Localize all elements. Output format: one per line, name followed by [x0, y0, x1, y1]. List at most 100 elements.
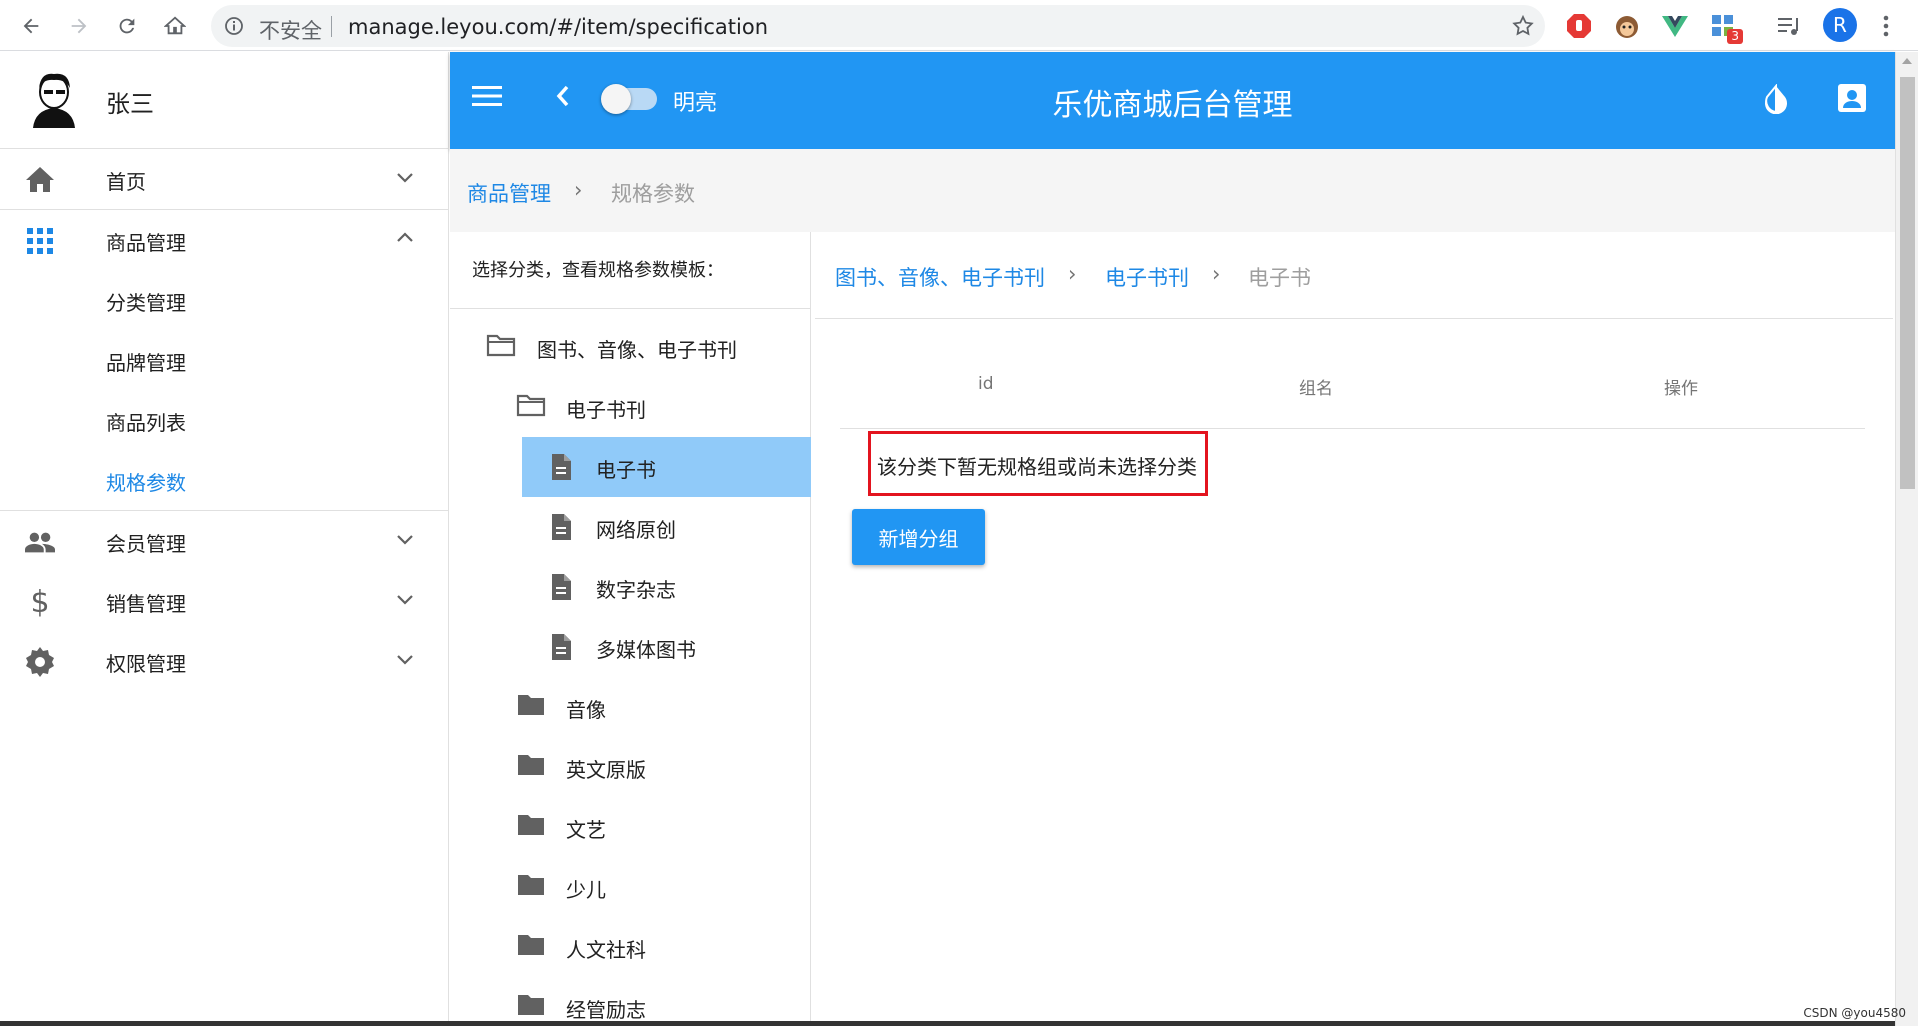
- tree-node-label: 多媒体图书: [596, 638, 696, 662]
- nav-group-label: 首页: [106, 170, 146, 194]
- people-icon: [25, 527, 55, 557]
- gear-icon: [25, 647, 55, 677]
- folder-open-icon: [486, 333, 516, 361]
- tree-node-label: 网络原创: [596, 518, 676, 542]
- tree-node[interactable]: 文艺: [450, 797, 811, 857]
- chevron-down-icon: [395, 529, 415, 553]
- breadcrumb-current: 规格参数: [611, 182, 695, 206]
- sidebar-item-label: 商品列表: [106, 411, 186, 435]
- app-bar: 明亮 乐优商城后台管理: [450, 52, 1895, 149]
- category-path-link[interactable]: 图书、音像、电子书刊: [835, 262, 1045, 292]
- tree-node[interactable]: 多媒体图书: [450, 617, 811, 677]
- profile-avatar[interactable]: R: [1823, 8, 1857, 42]
- sidebar-item-specification[interactable]: 规格参数: [0, 450, 448, 510]
- category-path-separator: ›: [1068, 262, 1077, 286]
- chevron-down-icon: [395, 167, 415, 191]
- nav-group-sales[interactable]: $ 销售管理: [0, 571, 448, 631]
- scroll-up-arrow-icon[interactable]: [1902, 58, 1912, 64]
- dollar-icon: $: [30, 584, 50, 620]
- nav-group-label: 权限管理: [106, 652, 186, 676]
- user-header: 张三: [0, 52, 448, 149]
- tree-node[interactable]: 数字杂志: [450, 557, 811, 617]
- breadcrumb-separator: ›: [574, 178, 583, 202]
- nav-group-label: 销售管理: [106, 592, 186, 616]
- arrow-right-icon: [71, 18, 87, 34]
- extension-icon[interactable]: 3: [1707, 10, 1743, 44]
- page-scrollbar[interactable]: [1895, 52, 1918, 1026]
- column-header-id[interactable]: id: [978, 374, 994, 394]
- apps-icon: [25, 226, 55, 256]
- tree-hint: 选择分类，查看规格参数模板：: [472, 260, 724, 281]
- window-bottom-edge: [0, 1021, 1895, 1026]
- sidebar-item-label: 分类管理: [106, 291, 186, 315]
- tree-node-label: 电子书: [596, 458, 656, 482]
- browser-toolbar: 不安全 manage.leyou.com/#/item/specificatio…: [0, 0, 1918, 51]
- bookmark-star-icon[interactable]: [1511, 14, 1535, 42]
- browser-back-button[interactable]: [13, 8, 49, 44]
- file-icon: [550, 513, 572, 545]
- file-icon: [550, 633, 572, 665]
- tree-node[interactable]: 经管励志: [450, 977, 811, 1026]
- address-divider: [331, 16, 332, 37]
- spec-divider: [815, 318, 1893, 319]
- security-label: 不安全: [259, 19, 322, 43]
- add-group-button[interactable]: 新增分组: [852, 509, 985, 565]
- nav-group-permissions[interactable]: 权限管理: [0, 631, 448, 691]
- tree-node[interactable]: 电子书刊: [450, 377, 811, 437]
- nav-group-members[interactable]: 会员管理: [0, 511, 448, 571]
- adblock-extension-icon[interactable]: [1563, 10, 1595, 42]
- browser-reload-button[interactable]: [109, 8, 145, 44]
- tree-node[interactable]: 少儿: [450, 857, 811, 917]
- category-tree-panel: 选择分类，查看规格参数模板： 图书、音像、电子书刊电子书刊电子书网络原创数字杂志…: [450, 232, 811, 1026]
- tree-node-label: 数字杂志: [596, 578, 676, 602]
- tree-node[interactable]: 电子书: [522, 437, 811, 497]
- tree-node[interactable]: 人文社科: [450, 917, 811, 977]
- table-header-divider: [840, 428, 1865, 429]
- info-icon[interactable]: [224, 16, 244, 40]
- breadcrumb-parent-link[interactable]: 商品管理: [467, 178, 551, 208]
- url-text[interactable]: manage.leyou.com/#/item/specification: [348, 15, 768, 39]
- browser-menu-icon[interactable]: [1870, 10, 1902, 42]
- breadcrumb: 商品管理 › 规格参数: [450, 149, 1895, 232]
- tree-node[interactable]: 网络原创: [450, 497, 811, 557]
- sidebar-item-goods-list[interactable]: 商品列表: [0, 390, 448, 450]
- scrollbar-thumb[interactable]: [1900, 77, 1915, 489]
- browser-forward-button[interactable]: [61, 8, 97, 44]
- folder-icon: [516, 693, 546, 721]
- category-path-current: 电子书: [1248, 266, 1311, 290]
- invert-colors-icon[interactable]: [1762, 83, 1790, 118]
- home-outline-icon: [164, 16, 186, 35]
- folder-icon: [516, 813, 546, 841]
- arrow-left-icon: [23, 18, 39, 34]
- folder-icon: [516, 873, 546, 901]
- category-path-link[interactable]: 电子书刊: [1105, 262, 1189, 292]
- column-header-group-name[interactable]: 组名: [1299, 374, 1333, 399]
- sidebar-item-category[interactable]: 分类管理: [0, 270, 448, 330]
- tampermonkey-extension-icon[interactable]: [1611, 10, 1643, 42]
- extension-badge: 3: [1727, 29, 1743, 44]
- tree-divider: [450, 308, 811, 309]
- folder-icon: [516, 753, 546, 781]
- tree-node[interactable]: 音像: [450, 677, 811, 737]
- account-box-icon[interactable]: [1838, 84, 1866, 116]
- tree-node-label: 电子书刊: [566, 398, 646, 422]
- folder-icon: [516, 933, 546, 961]
- home-icon: [25, 165, 55, 195]
- vue-devtools-icon[interactable]: [1659, 10, 1691, 42]
- chevron-down-icon: [395, 649, 415, 673]
- chevron-down-icon: [395, 589, 415, 613]
- user-avatar[interactable]: [27, 70, 81, 128]
- nav-group-home[interactable]: 首页: [0, 149, 448, 209]
- tree-node-label: 图书、音像、电子书刊: [537, 338, 737, 362]
- chevron-up-icon: [395, 228, 415, 252]
- tree-node[interactable]: 图书、音像、电子书刊: [450, 317, 811, 377]
- media-control-icon[interactable]: [1774, 10, 1806, 42]
- address-bar[interactable]: 不安全 manage.leyou.com/#/item/specificatio…: [211, 5, 1545, 47]
- tree-node-label: 英文原版: [566, 758, 646, 782]
- nav-group-goods[interactable]: 商品管理: [0, 210, 448, 270]
- browser-home-button[interactable]: [157, 8, 193, 44]
- sidebar-item-brand[interactable]: 品牌管理: [0, 330, 448, 390]
- tree-node[interactable]: 英文原版: [450, 737, 811, 797]
- app-title: 乐优商城后台管理: [1052, 88, 1293, 123]
- user-name: 张三: [106, 90, 154, 118]
